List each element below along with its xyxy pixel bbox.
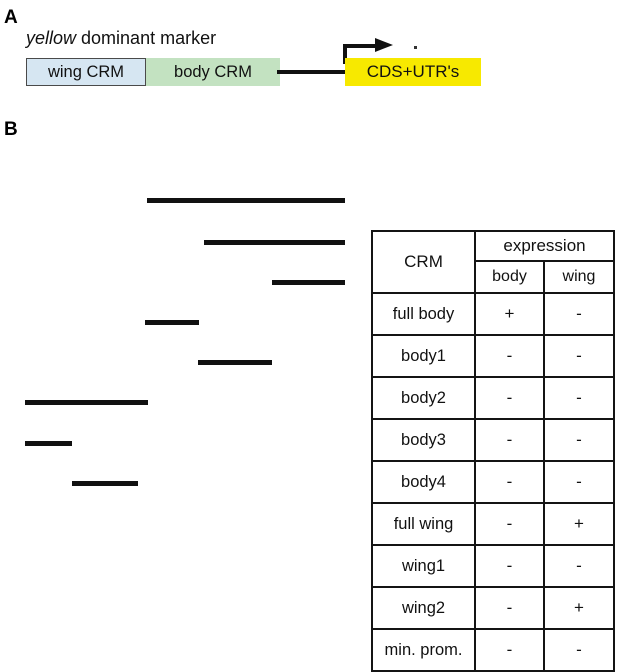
table-row: wing1- - [371,544,615,588]
cell-expression-wing: - [543,418,615,462]
cell-expression-body: - [474,376,545,420]
construct-span-full-wing [25,400,148,405]
construct-title-suffix: dominant marker [76,28,217,48]
cell-crm-name: wing2 [371,586,476,630]
header-cell-expression: expression [474,230,615,262]
table-row: full body + - [371,292,615,336]
tss-arrow-shaft [343,44,377,48]
cell-crm-name: body2 [371,376,476,420]
construct-span-body1 [204,240,345,245]
cell-crm-name: body4 [371,460,476,504]
gene-name-yellow: yellow [26,28,77,48]
cds-utr-label: CDS+UTR's [366,62,460,81]
cell-expression-wing: - [543,460,615,504]
header-cell-wing: wing [543,260,615,294]
cell-expression-wing: - [543,628,615,672]
table-row: min. prom. - - [371,628,615,672]
construct-span-body4 [198,360,272,365]
header-cell-crm: CRM [371,230,476,294]
wing-crm-label: wing CRM [47,62,125,81]
cell-crm-name: min. prom. [371,628,476,672]
table-header-row-1: CRM expression [371,230,615,294]
cell-expression-body: + [474,292,545,336]
construct-title: yellow dominant marker [26,29,216,47]
panel-a-label: A [4,7,18,28]
construct-span-body2 [272,280,345,285]
cell-expression-body: - [474,544,545,588]
cell-expression-wing: - [543,376,615,420]
cell-crm-name: body1 [371,334,476,378]
cell-expression-body: - [474,502,545,546]
table-row: wing2- + [371,586,615,630]
table-header: CRM expression body wing [371,230,615,294]
construct-span-wing2 [72,481,138,486]
cell-crm-name: full body [371,292,476,336]
table-row: body3- - [371,418,615,462]
table-row: full wing - + [371,502,615,546]
cell-expression-wing: + [543,502,615,546]
cell-crm-name: body3 [371,418,476,462]
cell-expression-body: - [474,418,545,462]
cell-expression-wing: - [543,544,615,588]
cell-expression-wing: + [543,586,615,630]
construct-span-full-body [147,198,345,203]
panel-b: B CRM expression body wing full body + - bo… [0,112,617,672]
table-row: body1- - [371,334,615,378]
header-cell-body: body [474,260,545,294]
construct-span-wing1 [25,441,72,446]
cell-expression-body: - [474,460,545,504]
cds-utr-box: CDS+UTR's [345,58,481,86]
construct-connector-line [277,70,349,74]
body-crm-box: body CRM [146,58,280,86]
panel-a: A yellow dominant marker wing CRM body C… [0,0,617,112]
cell-crm-name: full wing [371,502,476,546]
table-row: body4- - [371,460,615,504]
cell-expression-wing: - [543,292,615,336]
expression-table: CRM expression body wing full body + - body… [371,230,615,672]
cell-expression-body: - [474,586,545,630]
panel-b-label: B [4,119,18,140]
wing-crm-box: wing CRM [26,58,146,86]
cell-expression-body: - [474,334,545,378]
cell-expression-wing: - [543,334,615,378]
cell-expression-body: - [474,628,545,672]
table-row: body2- - [371,376,615,420]
cell-crm-name: wing1 [371,544,476,588]
body-crm-label: body CRM [174,62,252,81]
table-body: full body + - body1- - body2- - body3- - body4- - f… [371,292,615,672]
construct-span-body3 [145,320,199,325]
tss-tick-mark [414,46,417,49]
tss-arrow-head [375,38,393,52]
